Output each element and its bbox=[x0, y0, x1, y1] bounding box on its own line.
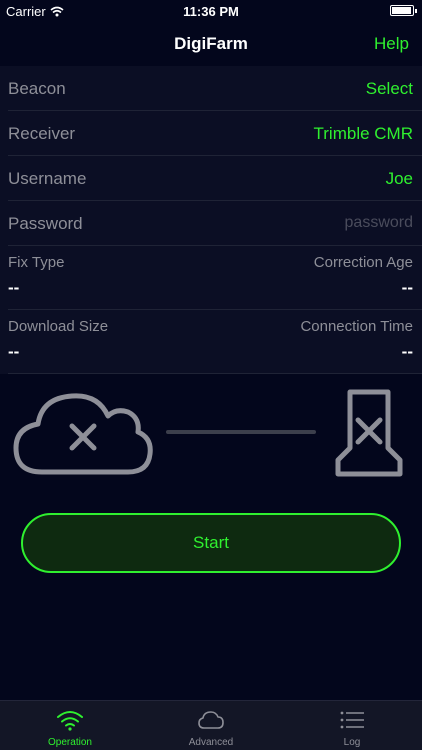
page-title: DigiFarm bbox=[174, 34, 248, 53]
fix-correction-row: Fix Type Correction Age -- -- bbox=[8, 246, 422, 310]
cloud-disconnected-icon bbox=[13, 393, 153, 475]
receiver-disconnected-icon bbox=[335, 389, 403, 477]
tab-log[interactable]: Log bbox=[282, 701, 422, 750]
tab-operation[interactable]: Operation bbox=[0, 701, 140, 750]
cloud-icon bbox=[198, 711, 224, 729]
tab-operation-label: Operation bbox=[48, 737, 92, 748]
wifi-icon bbox=[57, 711, 83, 731]
list-icon bbox=[340, 711, 364, 729]
battery-icon bbox=[390, 5, 417, 16]
fix-type-label: Fix Type bbox=[8, 254, 65, 271]
tab-bar: Operation Advanced Log bbox=[0, 700, 422, 750]
connection-time-label: Connection Time bbox=[300, 318, 413, 335]
correction-age-value: -- bbox=[401, 278, 413, 297]
settings-form: Beacon Select Receiver Trimble CMR Usern… bbox=[0, 66, 422, 374]
tab-advanced[interactable]: Advanced bbox=[141, 701, 281, 750]
start-button[interactable]: Start bbox=[21, 513, 401, 573]
download-size-label: Download Size bbox=[8, 318, 109, 335]
connection-line bbox=[166, 430, 316, 434]
username-row: Username Joe bbox=[8, 156, 422, 201]
connection-time-value: -- bbox=[401, 342, 413, 361]
help-button[interactable]: Help bbox=[374, 34, 409, 54]
password-field[interactable]: password bbox=[345, 214, 413, 232]
beacon-label: Beacon bbox=[8, 79, 66, 98]
password-row: Password password bbox=[8, 201, 422, 246]
navigation-bar: DigiFarm Help bbox=[0, 22, 422, 66]
clock: 11:36 PM bbox=[183, 4, 239, 19]
username-field[interactable]: Joe bbox=[386, 169, 413, 189]
username-label: Username bbox=[8, 169, 87, 188]
receiver-select[interactable]: Trimble CMR bbox=[314, 124, 413, 144]
receiver-row[interactable]: Receiver Trimble CMR bbox=[8, 111, 422, 156]
fix-type-value: -- bbox=[8, 278, 20, 297]
download-size-value: -- bbox=[8, 342, 20, 361]
tab-advanced-label: Advanced bbox=[188, 737, 234, 748]
correction-age-label: Correction Age bbox=[313, 254, 413, 271]
status-bar: Carrier 11:36 PM bbox=[0, 0, 422, 22]
download-connection-row: Download Size Connection Time -- -- bbox=[8, 310, 422, 374]
password-label: Password bbox=[8, 214, 83, 233]
receiver-label: Receiver bbox=[8, 124, 76, 143]
beacon-row[interactable]: Beacon Select bbox=[8, 66, 422, 111]
tab-log-label: Log bbox=[343, 737, 361, 748]
beacon-select[interactable]: Select bbox=[366, 79, 413, 99]
